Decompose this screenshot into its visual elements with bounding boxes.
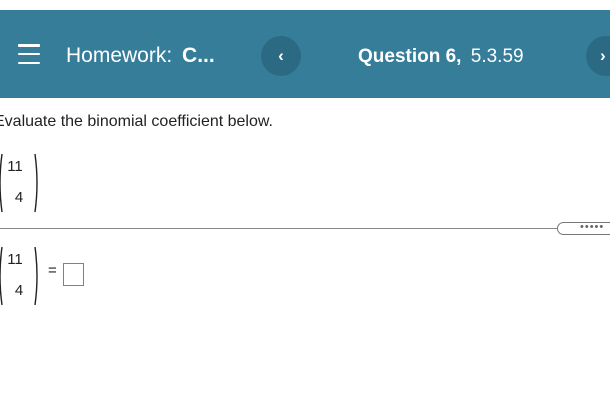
question-instruction: Evaluate the binomial coefficient below. <box>0 113 273 130</box>
question-label: Question 6, <box>358 46 462 67</box>
homework-label: Homework: <box>66 44 173 67</box>
question-title: Question 6, 5.3.59 <box>358 45 524 69</box>
answer-binomial: 11 4 <box>0 245 38 307</box>
hamburger-menu-icon[interactable] <box>18 44 40 64</box>
chevron-left-icon: ‹ <box>278 46 284 65</box>
question-number: 5.3.59 <box>470 46 524 67</box>
homework-title[interactable]: Homework: C... <box>66 44 215 68</box>
expand-handle[interactable]: ••••• <box>557 222 610 235</box>
next-question-button[interactable]: › <box>586 36 610 76</box>
page: Homework: C... ‹ Question 6, 5.3.59 › Ev… <box>0 0 610 403</box>
previous-question-button[interactable]: ‹ <box>261 36 301 76</box>
homework-name: C... <box>182 44 215 67</box>
chevron-right-icon: › <box>600 46 606 65</box>
header-bar: Homework: C... ‹ Question 6, 5.3.59 › <box>0 10 610 98</box>
binomial-n: 11 <box>7 158 23 175</box>
section-divider <box>0 228 610 229</box>
equals-sign: = <box>48 262 57 279</box>
answer-binomial-k: 4 <box>14 282 24 299</box>
answer-binomial-n: 11 <box>7 251 23 268</box>
answer-input[interactable] <box>63 263 84 286</box>
binomial-display: 11 4 <box>0 152 38 214</box>
binomial-k: 4 <box>14 189 24 206</box>
